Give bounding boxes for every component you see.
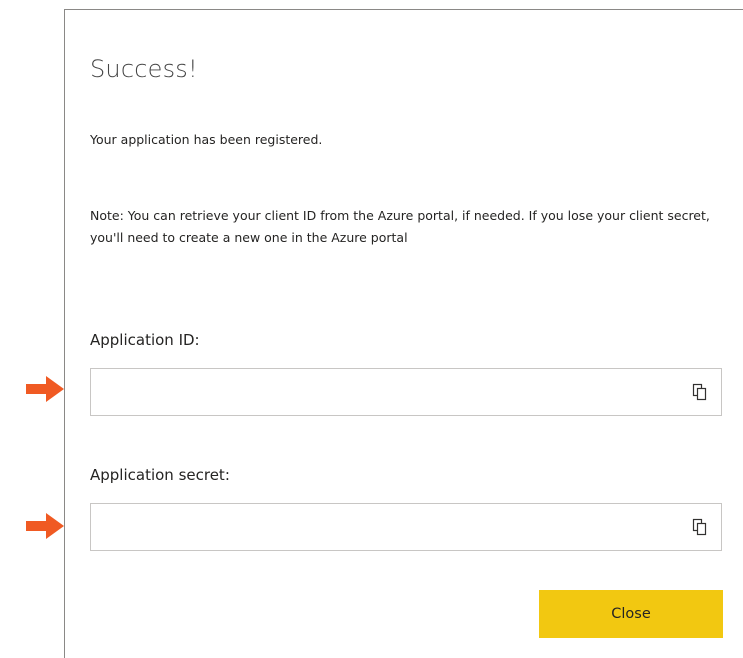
success-dialog: Success! Your application has been regis… (64, 9, 743, 658)
application-id-input[interactable] (91, 369, 671, 415)
note-text: Note: You can retrieve your client ID fr… (90, 208, 710, 245)
arrow-right-icon (26, 513, 64, 539)
application-id-label: Application ID: (90, 331, 200, 349)
application-secret-field (90, 503, 722, 551)
application-secret-label: Application secret: (90, 466, 230, 484)
copy-icon[interactable] (691, 518, 709, 536)
close-button[interactable]: Close (539, 590, 723, 638)
application-secret-input[interactable] (91, 504, 671, 550)
success-message: Your application has been registered. (90, 132, 323, 147)
application-id-field (90, 368, 722, 416)
copy-icon[interactable] (691, 383, 709, 401)
arrow-right-icon (26, 376, 64, 402)
dialog-title: Success! (90, 55, 198, 83)
